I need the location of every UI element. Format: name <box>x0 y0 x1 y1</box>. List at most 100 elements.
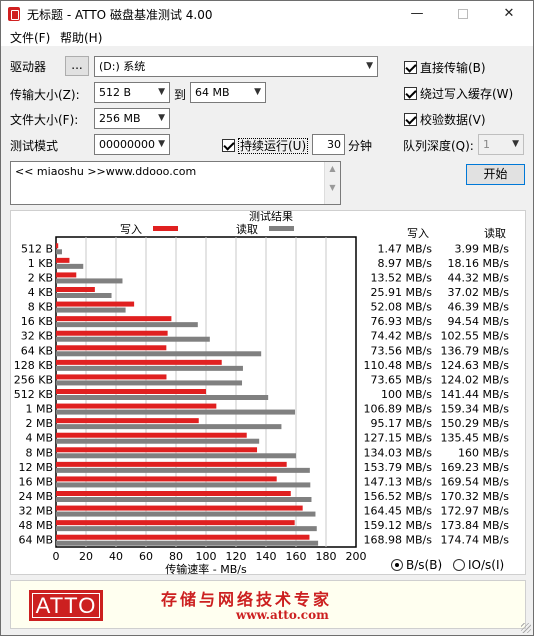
write-value: 74.42 MB/s <box>371 330 433 343</box>
x-tick-label: 200 <box>346 550 367 563</box>
checkbox-checked-icon <box>404 87 417 100</box>
read-value: 124.63 MB/s <box>441 359 510 372</box>
read-bar <box>56 351 262 357</box>
queue-depth-value: 1 <box>483 138 490 151</box>
read-value: 136.79 MB/s <box>441 344 510 357</box>
window-title: 无标题 - ATTO 磁盘基准测试 4.00 <box>27 8 213 22</box>
x-tick-label: 80 <box>169 550 183 563</box>
app-icon <box>8 7 20 21</box>
write-bar <box>56 287 95 292</box>
iops-label: IO/s(I) <box>468 558 505 572</box>
col-read-header: 读取 <box>484 226 506 240</box>
y-tick-label: 16 KB <box>21 315 53 328</box>
results-title: 测试结果 <box>249 211 293 223</box>
read-bar <box>56 453 296 459</box>
resize-grip[interactable] <box>521 623 531 633</box>
iops-radio[interactable]: IO/s(I) <box>453 558 504 572</box>
x-tick-label: 160 <box>286 550 307 563</box>
read-bar <box>56 249 62 255</box>
read-bar <box>56 278 123 284</box>
close-button[interactable]: ✕ <box>486 1 532 27</box>
y-tick-label: 48 MB <box>18 519 53 532</box>
radio-selected-icon <box>391 559 403 571</box>
minimize-button[interactable]: — <box>394 1 440 27</box>
read-value: 141.44 MB/s <box>441 388 510 401</box>
direct-io-checkbox[interactable]: 直接传输(B) <box>404 59 486 76</box>
read-bar <box>56 307 126 313</box>
scrollbar[interactable]: ▲ ▼ <box>324 162 340 204</box>
x-tick-label: 20 <box>79 550 93 563</box>
checkbox-checked-icon <box>404 61 417 74</box>
write-bar <box>56 374 167 380</box>
y-tick-label: 4 KB <box>28 286 53 299</box>
menu-bar: 文件(F) 帮助(H) <box>1 27 533 46</box>
y-tick-label: 64 KB <box>21 344 53 357</box>
minutes-label: 分钟 <box>348 139 373 153</box>
y-tick-label: 4 MB <box>25 432 53 445</box>
test-mode-select[interactable]: 00000000 ▼ <box>94 134 170 155</box>
legend-read-swatch <box>269 226 294 231</box>
drive-select[interactable]: (D:) 系统 ▼ <box>94 56 378 77</box>
y-tick-label: 512 KB <box>14 388 53 401</box>
checkbox-checked-icon <box>404 113 417 126</box>
write-bar <box>56 257 70 263</box>
queue-depth-select[interactable]: 1 ▼ <box>478 134 524 155</box>
write-bar <box>56 243 59 249</box>
read-value: 172.97 MB/s <box>441 505 510 518</box>
read-value: 174.74 MB/s <box>441 534 510 547</box>
read-bar <box>56 365 243 371</box>
read-value: 44.32 MB/s <box>448 271 510 284</box>
read-value: 102.55 MB/s <box>441 330 510 343</box>
bps-radio[interactable]: B/s(B) <box>391 558 442 572</box>
write-value: 134.03 MB/s <box>364 446 433 459</box>
y-tick-label: 24 MB <box>18 490 53 503</box>
read-bar <box>56 424 282 430</box>
bps-label: B/s(B) <box>406 558 443 572</box>
write-bar <box>56 476 277 482</box>
write-value: 168.98 MB/s <box>364 534 433 547</box>
description-textarea[interactable]: << miaoshu >>www.ddooo.com ▲ ▼ <box>10 161 341 205</box>
transfer-from-select[interactable]: 512 B ▼ <box>94 82 170 103</box>
start-button[interactable]: 开始 <box>466 164 525 185</box>
bypass-cache-checkbox[interactable]: 绕过写入缓存(W) <box>404 85 513 102</box>
atto-banner: ATTO 存储与网络技术专家 www.atto.com <box>10 580 526 629</box>
read-value: 135.45 MB/s <box>441 432 510 445</box>
file-size-select[interactable]: 256 MB ▼ <box>94 108 170 129</box>
duration-input[interactable]: 30 <box>312 134 345 155</box>
verify-checkbox[interactable]: 校验数据(V) <box>404 111 486 128</box>
write-bar <box>56 359 222 365</box>
atto-url[interactable]: www.atto.com <box>236 608 329 622</box>
drive-value: (D:) 系统 <box>99 60 146 73</box>
x-tick-label: 60 <box>139 550 153 563</box>
app-window: 无标题 - ATTO 磁盘基准测试 4.00 — ✕ 文件(F) 帮助(H) 驱… <box>0 0 534 636</box>
read-bar <box>56 380 243 386</box>
menu-help[interactable]: 帮助(H) <box>60 29 102 46</box>
write-bar <box>56 447 258 453</box>
write-value: 100 MB/s <box>381 388 432 401</box>
direct-io-label: 直接传输(B) <box>420 61 486 75</box>
y-tick-label: 2 KB <box>28 271 53 284</box>
browse-button[interactable]: ... <box>65 56 89 76</box>
read-value: 46.39 MB/s <box>448 301 510 314</box>
queue-depth-label: 队列深度(Q): <box>403 139 474 153</box>
write-bar <box>56 272 77 278</box>
test-mode-value: 00000000 <box>99 138 155 151</box>
chevron-down-icon: ▼ <box>158 87 165 97</box>
menu-file[interactable]: 文件(F) <box>10 29 50 46</box>
read-bar <box>56 467 310 473</box>
chevron-down-icon: ▼ <box>254 87 261 97</box>
transfer-to-select[interactable]: 64 MB ▼ <box>190 82 266 103</box>
transfer-size-label: 传输大小(Z): <box>10 88 80 102</box>
x-axis-title: 传输速率 - MB/s <box>165 562 247 576</box>
write-bar <box>56 345 167 351</box>
write-value: 73.56 MB/s <box>371 344 433 357</box>
maximize-button[interactable] <box>440 1 486 27</box>
write-value: 159.12 MB/s <box>364 519 433 532</box>
chevron-down-icon: ▼ <box>512 139 519 149</box>
test-mode-label: 测试模式 <box>10 139 59 153</box>
file-size-label: 文件大小(F): <box>10 113 79 127</box>
continuous-checkbox[interactable]: 持续运行(U) <box>222 137 309 154</box>
chevron-down-icon: ▼ <box>366 61 373 71</box>
y-tick-label: 1 MB <box>25 403 53 416</box>
scroll-up-icon: ▲ <box>329 164 336 173</box>
